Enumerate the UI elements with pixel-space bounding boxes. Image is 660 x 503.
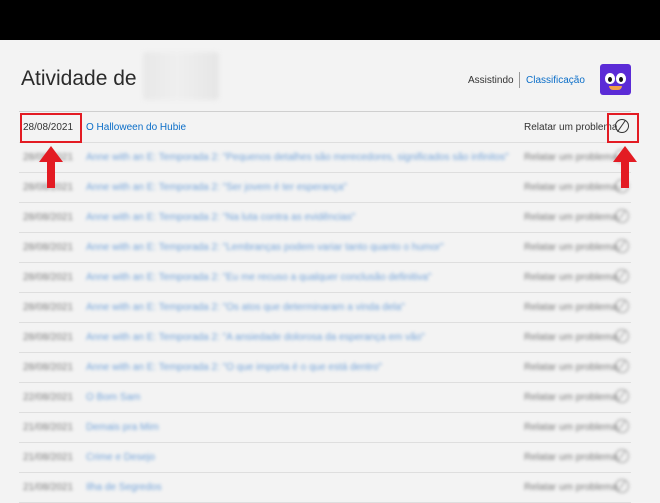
row-title-link[interactable]: Anne with an E: Temporada 2: "O que impo… bbox=[86, 362, 382, 373]
hide-icon-highlight-box bbox=[607, 113, 639, 143]
blurred-profile-name bbox=[143, 52, 219, 100]
hide-from-history-icon[interactable] bbox=[615, 209, 629, 223]
hide-from-history-icon[interactable] bbox=[615, 449, 629, 463]
avatar[interactable] bbox=[600, 64, 631, 95]
row-date: 28/08/2021 bbox=[23, 332, 74, 343]
row-title-link[interactable]: Anne with an E: Temporada 2: "Os atos qu… bbox=[86, 302, 405, 313]
row-date: 28/08/2021 bbox=[23, 242, 74, 253]
hide-from-history-icon[interactable] bbox=[615, 269, 629, 283]
table-row: 21/08/2021 Crime e Desejo Relatar um pro… bbox=[19, 442, 631, 473]
row-date: 28/08/2021 bbox=[23, 212, 74, 223]
report-problem-link[interactable]: Relatar um problema bbox=[524, 182, 617, 193]
report-problem-link[interactable]: Relatar um problema bbox=[524, 482, 617, 493]
hide-from-history-icon[interactable] bbox=[615, 299, 629, 313]
page-title: Atividade de bbox=[21, 67, 137, 90]
report-problem-link[interactable]: Relatar um problema bbox=[524, 272, 617, 283]
hide-from-history-icon[interactable] bbox=[615, 329, 629, 343]
row-date: 21/08/2021 bbox=[23, 482, 74, 493]
hide-from-history-icon[interactable] bbox=[615, 419, 629, 433]
row-date: 28/08/2021 bbox=[23, 302, 74, 313]
red-arrow-icon bbox=[613, 146, 637, 188]
row-title-link[interactable]: Demais pra Mim bbox=[86, 422, 159, 433]
hide-from-history-icon[interactable] bbox=[615, 389, 629, 403]
table-row: 28/08/2021 Anne with an E: Temporada 2: … bbox=[19, 202, 631, 233]
row-date: 21/08/2021 bbox=[23, 452, 74, 463]
date-highlight-box bbox=[20, 113, 82, 143]
row-title-link[interactable]: Crime e Desejo bbox=[86, 452, 155, 463]
row-title-link[interactable]: Ilha de Segredos bbox=[86, 482, 162, 493]
table-row: 28/08/2021 Anne with an E: Temporada 2: … bbox=[19, 292, 631, 323]
row-title-link[interactable]: Anne with an E: Temporada 2: "Ser jovem … bbox=[86, 182, 347, 193]
row-date: 22/08/2021 bbox=[23, 392, 74, 403]
table-row: 28/08/2021 Anne with an E: Temporada 2: … bbox=[19, 352, 631, 383]
row-title-link[interactable]: Anne with an E: Temporada 2: "Lembranças… bbox=[86, 242, 444, 253]
report-problem-link[interactable]: Relatar um problema bbox=[524, 422, 617, 433]
report-problem-link[interactable]: Relatar um problema bbox=[524, 392, 617, 403]
watching-tab[interactable]: Assistindo bbox=[468, 75, 514, 86]
top-black-bar bbox=[0, 0, 660, 40]
row-title-link[interactable]: Anne with an E: Temporada 2: "Na luta co… bbox=[86, 212, 355, 223]
report-problem-link[interactable]: Relatar um problema bbox=[524, 452, 617, 463]
row-date: 28/08/2021 bbox=[23, 362, 74, 373]
hide-from-history-icon[interactable] bbox=[615, 239, 629, 253]
avatar-mouth-icon bbox=[609, 86, 622, 90]
report-problem-link[interactable]: Relatar um problema bbox=[524, 212, 617, 223]
table-row: 28/08/2021 Anne with an E: Temporada 2: … bbox=[19, 232, 631, 263]
table-row: 28/08/2021 O Halloween do Hubie Relatar … bbox=[19, 112, 631, 143]
row-date: 21/08/2021 bbox=[23, 422, 74, 433]
header-divider bbox=[519, 72, 520, 88]
row-title-link[interactable]: O Halloween do Hubie bbox=[86, 122, 186, 133]
report-problem-link[interactable]: Relatar um problema bbox=[524, 122, 617, 133]
report-problem-link[interactable]: Relatar um problema bbox=[524, 302, 617, 313]
report-problem-link[interactable]: Relatar um problema bbox=[524, 332, 617, 343]
row-title-link[interactable]: Anne with an E: Temporada 2: "A ansiedad… bbox=[86, 332, 425, 343]
rating-tab[interactable]: Classificação bbox=[526, 75, 585, 86]
report-problem-link[interactable]: Relatar um problema bbox=[524, 362, 617, 373]
table-row: 21/08/2021 Ilha de Segredos Relatar um p… bbox=[19, 472, 631, 503]
table-row: 28/08/2021 Anne with an E: Temporada 2: … bbox=[19, 262, 631, 293]
row-date: 28/08/2021 bbox=[23, 272, 74, 283]
red-arrow-icon bbox=[39, 146, 63, 188]
hide-from-history-icon[interactable] bbox=[615, 479, 629, 493]
report-problem-link[interactable]: Relatar um problema bbox=[524, 152, 617, 163]
row-title-link[interactable]: Anne with an E: Temporada 2: "Eu me recu… bbox=[86, 272, 431, 283]
report-problem-link[interactable]: Relatar um problema bbox=[524, 242, 617, 253]
avatar-eye-icon bbox=[616, 73, 626, 84]
table-row: 28/08/2021 Anne with an E: Temporada 2: … bbox=[19, 142, 631, 173]
table-row: 21/08/2021 Demais pra Mim Relatar um pro… bbox=[19, 412, 631, 443]
row-title-link[interactable]: O Bom Sam bbox=[86, 392, 140, 403]
hide-from-history-icon[interactable] bbox=[615, 359, 629, 373]
table-row: 22/08/2021 O Bom Sam Relatar um problema bbox=[19, 382, 631, 413]
row-title-link[interactable]: Anne with an E: Temporada 2: "Pequenos d… bbox=[86, 152, 509, 163]
avatar-eye-icon bbox=[605, 73, 615, 84]
table-row: 28/08/2021 Anne with an E: Temporada 2: … bbox=[19, 172, 631, 203]
table-row: 28/08/2021 Anne with an E: Temporada 2: … bbox=[19, 322, 631, 353]
